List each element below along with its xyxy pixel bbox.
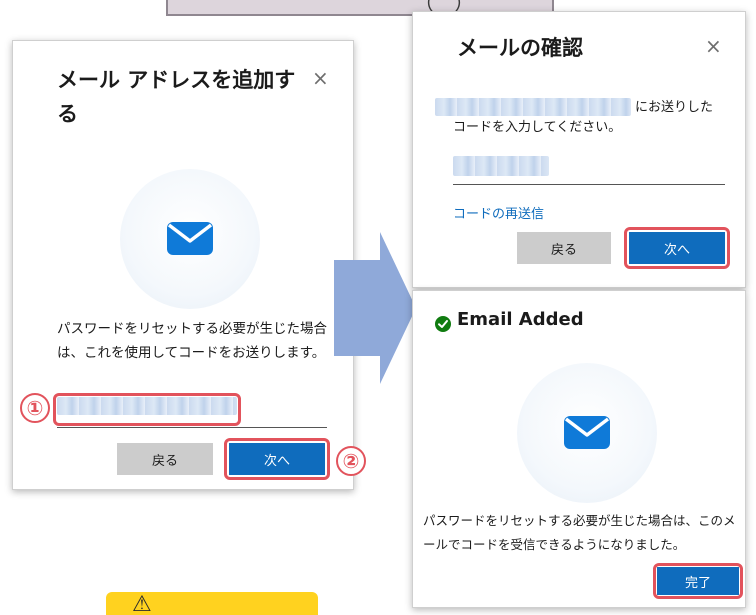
email-field[interactable] xyxy=(57,427,327,428)
back-button[interactable]: 戻る xyxy=(117,443,213,475)
code-field-value xyxy=(453,156,549,176)
dialog-description: パスワードをリセットする必要が生じた場合は、これを使用してコードをお送りします。 xyxy=(57,321,327,361)
resend-code-link[interactable]: コードの再送信 xyxy=(453,203,544,222)
envelope-icon xyxy=(564,416,610,449)
email-added-dialog: Email Added パスワードをリセットする必要が生じた場合は、このメールで… xyxy=(412,290,746,608)
step-1-marker: ① xyxy=(20,393,50,423)
next-button-highlight xyxy=(624,227,730,269)
dialog-title: Email Added xyxy=(457,309,584,330)
next-button-highlight xyxy=(224,438,330,480)
close-icon[interactable]: × xyxy=(312,68,329,88)
check-icon xyxy=(435,316,451,332)
warning-icon: ⚠ xyxy=(132,592,152,615)
back-button[interactable]: 戻る xyxy=(517,232,611,264)
flow-arrow-icon xyxy=(334,232,416,384)
instruction-text: コードを入力してください。 xyxy=(453,120,622,135)
dialog-title: メール アドレスを追加する xyxy=(57,68,296,126)
verify-email-dialog: メールの確認 × にお送りした コードを入力してください。 コードの再送信 戻る… xyxy=(412,11,746,288)
envelope-circle xyxy=(517,363,657,503)
envelope-icon xyxy=(167,222,213,255)
step-2-marker: ② xyxy=(336,446,366,476)
dialog-title: メールの確認 xyxy=(457,36,583,60)
envelope-circle xyxy=(120,169,260,309)
add-email-dialog: メール アドレスを追加する × パスワードをリセットする必要が生じた場合は、これ… xyxy=(12,40,354,490)
sent-email-value xyxy=(435,98,631,116)
email-field-highlight xyxy=(53,393,241,426)
done-button-highlight xyxy=(653,563,743,599)
code-field[interactable] xyxy=(453,184,725,185)
dialog-description: パスワードをリセットする必要が生じた場合は、このメールでコードを受信できるように… xyxy=(423,513,736,552)
close-icon[interactable]: × xyxy=(705,36,722,56)
